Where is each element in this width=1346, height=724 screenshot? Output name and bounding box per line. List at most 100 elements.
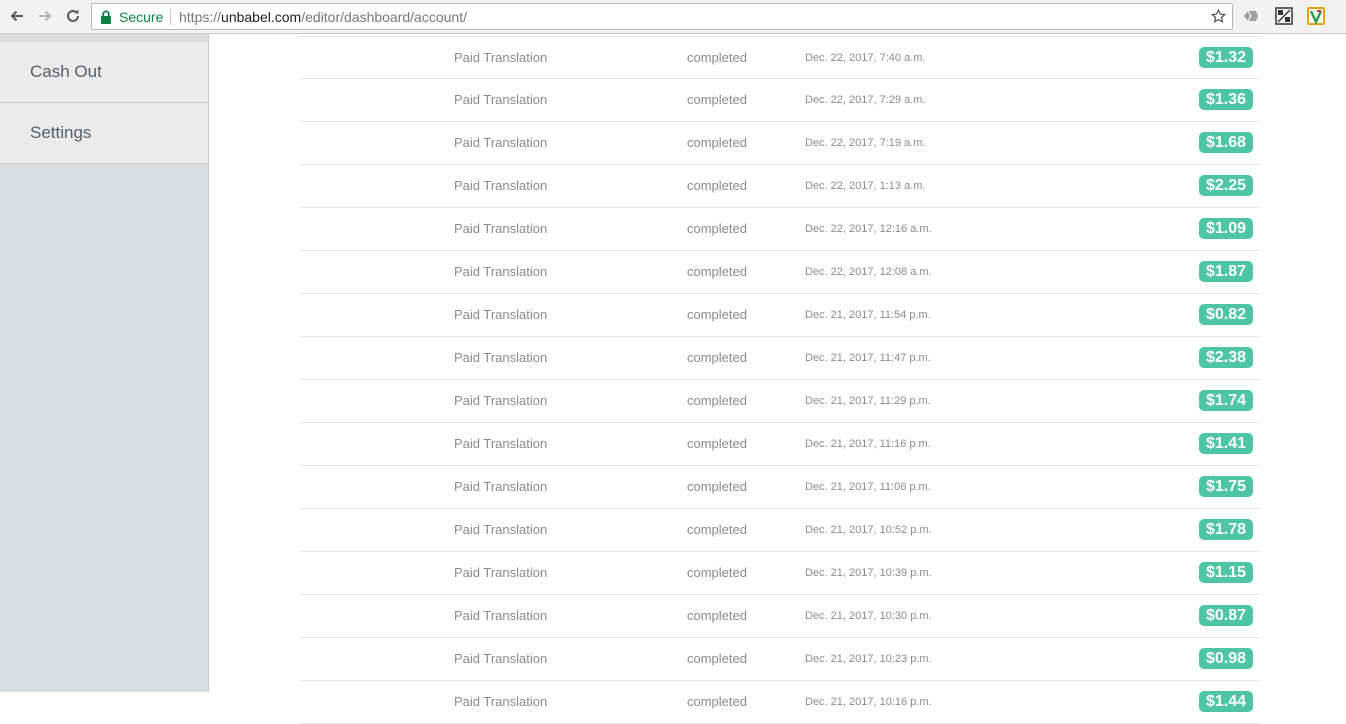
transaction-date: Dec. 21, 2017, 11:54 p.m. — [805, 309, 931, 321]
sidebar-item-label: Settings — [30, 123, 92, 142]
transaction-description: Paid Translation — [454, 436, 548, 451]
transaction-status: completed — [687, 264, 747, 279]
transaction-status: completed — [687, 178, 747, 193]
transaction-status: completed — [687, 307, 747, 322]
table-row: Paid Translation completed Dec. 22, 2017, … — [299, 122, 1259, 165]
extension-qr-icon[interactable] — [1275, 7, 1293, 25]
table-row: Paid Translation completed Dec. 22, 2017, … — [299, 208, 1259, 251]
transaction-status: completed — [687, 565, 747, 580]
browser-toolbar: Secure https://unbabel.com/editor/dashbo… — [0, 0, 1346, 34]
transaction-date: Dec. 21, 2017, 10:30 p.m. — [805, 610, 932, 622]
amount-badge: $2.25 — [1198, 175, 1253, 196]
transaction-date: Dec. 21, 2017, 11:06 p.m. — [805, 481, 931, 493]
table-row: Paid Translation completed Dec. 22, 2017, … — [299, 79, 1259, 122]
transaction-date: Dec. 21, 2017, 11:16 p.m. — [805, 438, 931, 450]
amount-badge: $0.98 — [1198, 648, 1253, 669]
table-row: Paid Translation completed Dec. 21, 2017, … — [299, 509, 1259, 552]
transaction-description: Paid Translation — [454, 221, 548, 236]
transaction-date: Dec. 22, 2017, 1:13 a.m. — [805, 180, 926, 192]
url-scheme: https:// — [179, 9, 222, 25]
transaction-status: completed — [687, 393, 747, 408]
secure-label: Secure — [119, 9, 164, 25]
amount-badge: $0.82 — [1198, 304, 1253, 325]
transaction-status: completed — [687, 436, 747, 451]
transaction-status: completed — [687, 92, 747, 107]
forward-arrow-icon — [39, 10, 52, 22]
sidebar-item-settings[interactable]: Settings — [0, 103, 208, 164]
transaction-date: Dec. 21, 2017, 10:39 p.m. — [805, 567, 932, 579]
reload-button[interactable] — [62, 5, 84, 27]
table-row: Paid Translation completed Dec. 21, 2017, … — [299, 380, 1259, 423]
transaction-description: Paid Translation — [454, 307, 548, 322]
table-row: Paid Translation completed Dec. 21, 2017, … — [299, 681, 1259, 724]
transaction-description: Paid Translation — [454, 522, 548, 537]
url-host: unbabel.com — [221, 9, 302, 25]
table-row: Paid Translation completed Dec. 21, 2017, … — [299, 294, 1259, 337]
amount-badge: $0.87 — [1198, 605, 1253, 626]
transaction-date: Dec. 22, 2017, 12:08 a.m. — [805, 266, 932, 278]
reload-icon — [67, 9, 79, 22]
transaction-description: Paid Translation — [454, 608, 548, 623]
table-row: Paid Translation completed Dec. 21, 2017, … — [299, 638, 1259, 681]
transaction-date: Dec. 22, 2017, 7:29 a.m. — [805, 94, 926, 106]
transaction-date: Dec. 22, 2017, 7:19 a.m. — [805, 137, 926, 149]
forward-button[interactable] — [34, 5, 56, 27]
transaction-description: Paid Translation — [454, 651, 548, 666]
transaction-status: completed — [687, 522, 747, 537]
transaction-status: completed — [687, 350, 747, 365]
sidebar: Cash Out Settings — [0, 34, 209, 692]
transaction-status: completed — [687, 221, 747, 236]
table-row: Paid Translation completed Dec. 22, 2017, … — [299, 165, 1259, 208]
transaction-date: Dec. 21, 2017, 10:16 p.m. — [805, 696, 932, 708]
sidebar-item-label: Cash Out — [30, 62, 102, 81]
amount-badge: $1.44 — [1198, 691, 1253, 712]
table-row: Paid Translation completed Dec. 21, 2017, … — [299, 595, 1259, 638]
table-row: Paid Translation completed Dec. 22, 2017, … — [299, 36, 1259, 79]
sidebar-item-cash-out[interactable]: Cash Out — [0, 42, 208, 103]
transaction-description: Paid Translation — [454, 350, 548, 365]
amount-badge: $1.41 — [1198, 433, 1253, 454]
amount-badge: $2.38 — [1198, 347, 1253, 368]
back-button[interactable] — [6, 5, 28, 27]
extension-shield-icon[interactable] — [1242, 7, 1260, 25]
amount-badge: $1.15 — [1198, 562, 1253, 583]
amount-badge: $1.68 — [1198, 132, 1253, 153]
extension-v-icon[interactable] — [1307, 7, 1325, 25]
transaction-description: Paid Translation — [454, 50, 548, 65]
transaction-description: Paid Translation — [454, 264, 548, 279]
transaction-description: Paid Translation — [454, 178, 548, 193]
url-text[interactable]: https://unbabel.com/editor/dashboard/acc… — [179, 9, 467, 25]
transaction-status: completed — [687, 608, 747, 623]
amount-badge: $1.32 — [1198, 47, 1253, 68]
transaction-status: completed — [687, 135, 747, 150]
transaction-date: Dec. 22, 2017, 12:16 a.m. — [805, 223, 932, 235]
table-row: Paid Translation completed Dec. 21, 2017, … — [299, 466, 1259, 509]
transaction-date: Dec. 21, 2017, 11:29 p.m. — [805, 395, 931, 407]
star-icon[interactable] — [1210, 8, 1227, 25]
omnibox-divider — [170, 9, 171, 25]
transaction-status: completed — [687, 651, 747, 666]
transaction-description: Paid Translation — [454, 135, 548, 150]
address-bar[interactable]: Secure https://unbabel.com/editor/dashbo… — [91, 3, 1233, 30]
transaction-description: Paid Translation — [454, 393, 548, 408]
transaction-description: Paid Translation — [454, 565, 548, 580]
transactions-list: Paid Translation completed Dec. 22, 2017, … — [299, 36, 1259, 724]
transaction-status: completed — [687, 694, 747, 709]
amount-badge: $1.36 — [1198, 89, 1253, 110]
transaction-date: Dec. 22, 2017, 7:40 a.m. — [805, 52, 926, 64]
amount-badge: $1.75 — [1198, 476, 1253, 497]
lock-icon — [101, 10, 111, 24]
amount-badge: $1.74 — [1198, 390, 1253, 411]
transaction-description: Paid Translation — [454, 479, 548, 494]
table-row: Paid Translation completed Dec. 22, 2017, … — [299, 251, 1259, 294]
transaction-description: Paid Translation — [454, 92, 548, 107]
table-row: Paid Translation completed Dec. 21, 2017, … — [299, 552, 1259, 595]
amount-badge: $1.09 — [1198, 218, 1253, 239]
transaction-status: completed — [687, 50, 747, 65]
transaction-description: Paid Translation — [454, 694, 548, 709]
url-path: /editor/dashboard/account/ — [301, 9, 467, 25]
back-arrow-icon — [10, 10, 23, 22]
transaction-date: Dec. 21, 2017, 11:47 p.m. — [805, 352, 931, 364]
transaction-status: completed — [687, 479, 747, 494]
table-row: Paid Translation completed Dec. 21, 2017, … — [299, 337, 1259, 380]
